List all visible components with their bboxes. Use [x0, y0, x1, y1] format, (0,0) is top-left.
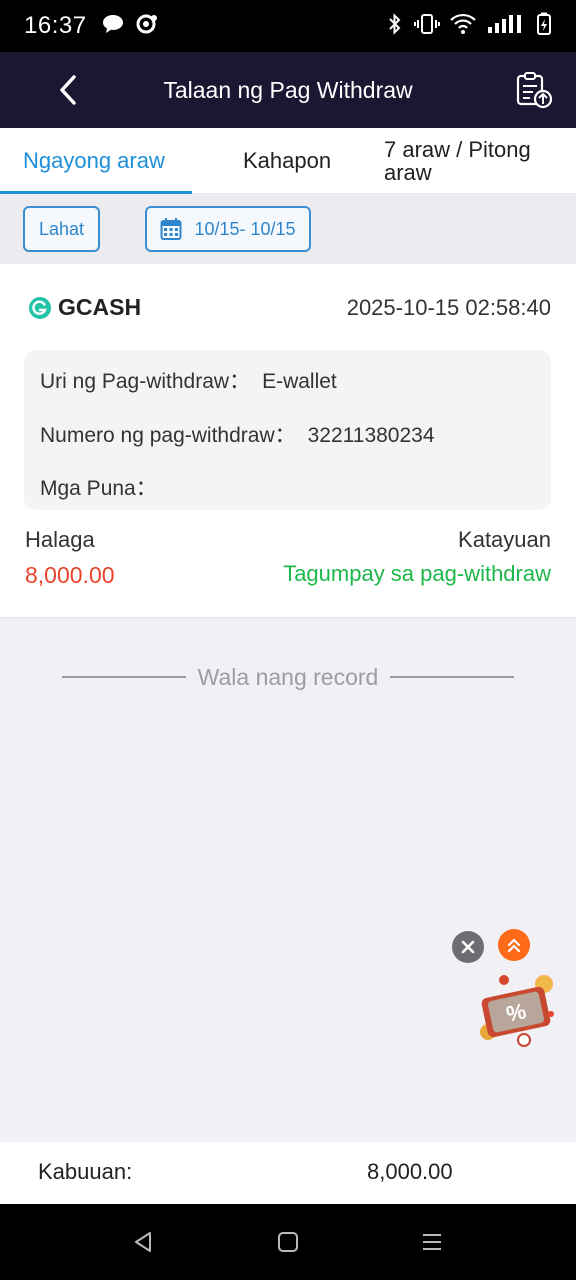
nav-home-icon [278, 1232, 298, 1252]
tab-seven-days[interactable]: 7 araw / Pitong araw [384, 128, 554, 194]
filter-bar: Lahat 10/15- 10/15 [0, 195, 576, 264]
chat-bubble-icon [101, 13, 125, 40]
gcash-logo-icon [29, 296, 51, 319]
detail-row-type: Uri ng Pag-withdraw： E-wallet [40, 365, 337, 395]
date-tabs: Ngayong araw Kahapon 7 araw / Pitong ara… [0, 128, 576, 194]
withdraw-type-label: Uri ng Pag-withdraw： [40, 370, 251, 393]
total-label: Kabuuan: [38, 1159, 133, 1184]
double-chevron-up-icon [507, 938, 521, 953]
promo-coupon-button[interactable]: % [474, 970, 558, 1050]
payment-method-name: GCASH [58, 294, 142, 320]
close-promo-button[interactable] [452, 931, 484, 963]
detail-row-remarks: Mga Puna： [40, 472, 169, 502]
back-button[interactable] [50, 72, 86, 108]
clipboard-upload-icon [516, 72, 553, 109]
status-bar: 16:37 [0, 0, 576, 52]
nav-back-button[interactable] [125, 1224, 161, 1260]
date-range-label: 10/15- 10/15 [194, 218, 296, 239]
nav-home-button[interactable] [270, 1224, 306, 1260]
filter-all-label: Lahat [38, 218, 85, 239]
withdraw-record-card[interactable]: GCASH 2025-10-15 02:58:40 Uri ng Pag-wit… [0, 264, 576, 618]
filter-all-button[interactable]: Lahat [23, 206, 100, 252]
notification-app-icon [135, 13, 159, 40]
close-icon [461, 940, 475, 954]
divider-left [62, 676, 186, 678]
status-label: Katayuan [458, 527, 551, 552]
page-title: Talaan ng Pag Withdraw [163, 76, 413, 103]
date-range-button[interactable]: 10/15- 10/15 [145, 206, 311, 252]
record-datetime: 2025-10-15 02:58:40 [346, 295, 551, 320]
discount-coupon-icon: % [480, 975, 554, 1047]
wifi-icon [450, 13, 476, 40]
bluetooth-icon [386, 12, 404, 41]
calendar-icon [160, 218, 182, 240]
app-header: Talaan ng Pag Withdraw [0, 52, 576, 128]
no-more-records-text: Wala nang record [197, 663, 379, 690]
nav-menu-button[interactable] [414, 1224, 450, 1260]
system-nav-bar [0, 1204, 576, 1280]
tab-yesterday[interactable]: Kahapon [243, 128, 331, 194]
vibrate-icon [414, 12, 440, 41]
scroll-top-button[interactable] [498, 929, 530, 961]
status-value: Tagumpay sa pag-withdraw [283, 561, 551, 586]
battery-charging-icon [536, 12, 552, 41]
remarks-label: Mga Puna： [40, 477, 157, 500]
withdraw-type-value: E-wallet [262, 370, 337, 393]
record-details: Uri ng Pag-withdraw： E-wallet Numero ng p… [24, 350, 551, 510]
chevron-left-icon [60, 75, 76, 105]
withdraw-number-label: Numero ng pag-withdraw： [40, 424, 296, 447]
detail-row-number: Numero ng pag-withdraw： 32211380234 [40, 419, 435, 449]
withdraw-number-value: 32211380234 [307, 424, 435, 447]
tab-today[interactable]: Ngayong araw [23, 128, 165, 194]
status-time: 16:37 [24, 12, 87, 39]
amount-value: 8,000.00 [25, 562, 115, 588]
divider-right [390, 676, 514, 678]
nav-back-icon [135, 1232, 151, 1252]
total-bar: Kabuuan: 8,000.00 [0, 1142, 576, 1204]
payment-method: GCASH [28, 294, 141, 321]
amount-label: Halaga [25, 527, 95, 552]
no-more-records: Wala nang record [62, 660, 514, 694]
nav-menu-icon [423, 1234, 441, 1250]
total-value: 8,000.00 [367, 1159, 453, 1184]
upload-records-button[interactable] [514, 70, 554, 110]
signal-icon [486, 13, 526, 40]
active-tab-indicator [0, 191, 192, 194]
